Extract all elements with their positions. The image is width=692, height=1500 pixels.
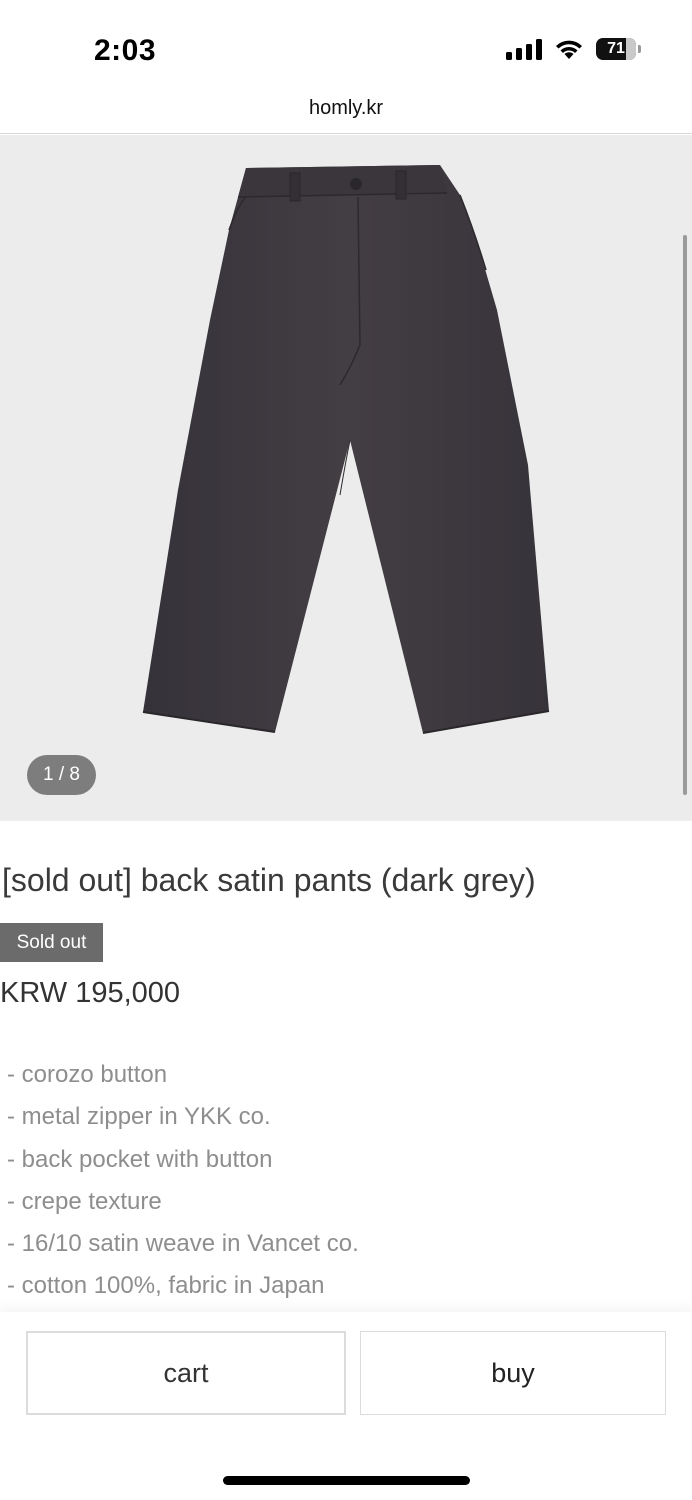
status-icons: 71 — [506, 38, 641, 60]
product-title: [sold out] back satin pants (dark grey) — [2, 862, 536, 898]
product-image — [142, 165, 550, 734]
cellular-signal-icon — [506, 38, 542, 60]
cart-button[interactable]: cart — [26, 1331, 346, 1415]
gallery-scrollbar[interactable] — [683, 235, 687, 795]
feature-item: - corozo button — [7, 1061, 168, 1088]
battery-icon: 71 — [596, 38, 641, 60]
feature-item: - back pocket with button — [7, 1145, 273, 1173]
address-bar[interactable]: homly.kr — [0, 90, 692, 134]
url-text: homly.kr — [308, 97, 384, 119]
battery-level: 71 — [607, 40, 625, 57]
status-bar: 2:03 71 — [0, 0, 692, 90]
feature-item: - cotton 100%, fabric in Japan — [7, 1272, 325, 1300]
home-indicator[interactable] — [223, 1476, 470, 1485]
status-time: 2:03 — [94, 34, 157, 67]
image-counter: 1 / 8 — [27, 755, 96, 795]
buy-button[interactable]: buy — [360, 1331, 666, 1415]
wifi-icon — [556, 40, 582, 59]
feature-item: - crepe texture — [7, 1187, 162, 1215]
product-features-list: - corozo button - metal zipper in YKK co… — [7, 1057, 359, 1311]
feature-item: - metal zipper in YKK co. — [7, 1103, 271, 1131]
bottom-action-bar: cart buy — [0, 1312, 692, 1500]
product-price: KRW 195,000 — [0, 977, 181, 1009]
feature-item: - 16/10 satin weave in Vancet co. — [7, 1230, 359, 1258]
sold-out-badge: Sold out — [0, 923, 103, 962]
product-image-gallery[interactable]: 1 / 8 — [0, 135, 692, 821]
